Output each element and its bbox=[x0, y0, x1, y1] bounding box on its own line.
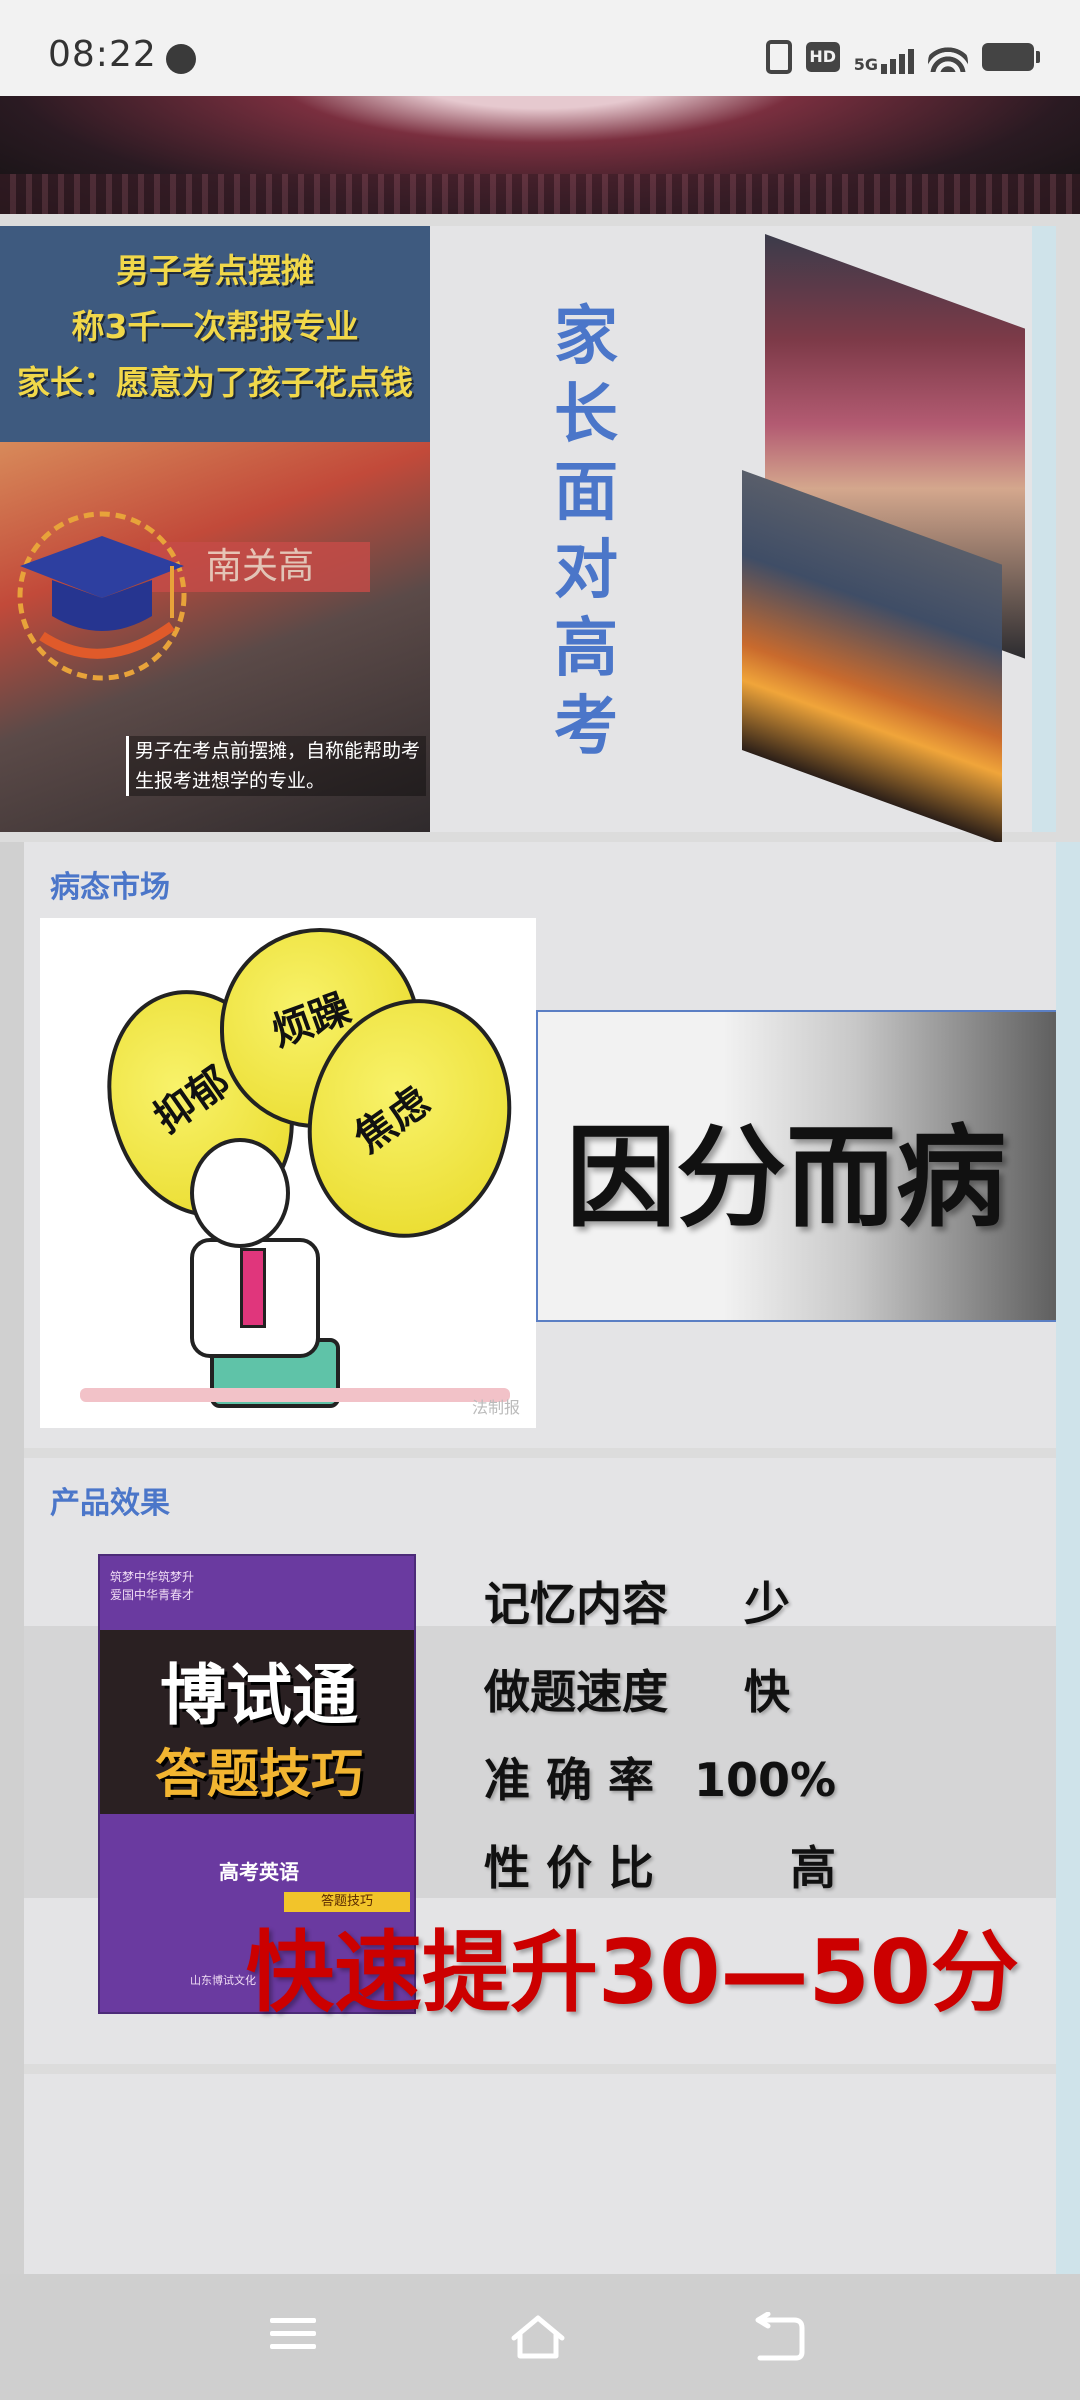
status-icons: HD 5G bbox=[765, 40, 1040, 74]
news-image: 男子考点摆摊 称3千一次帮报专业 家长：愿意为了孩子花点钱 南关高 男子在考点前… bbox=[0, 226, 430, 832]
navigation-bar bbox=[0, 2274, 1080, 2400]
feature-label: 记忆内容 bbox=[484, 1577, 668, 1631]
network-label: 5G bbox=[853, 55, 878, 74]
section-label: 病态市场 bbox=[50, 870, 170, 905]
feature-label: 性 价 比 bbox=[484, 1841, 655, 1895]
stressed-student-cartoon: 抑郁 烦躁 焦虑 法制报 bbox=[40, 918, 536, 1428]
news-caption: 男子在考点前摆摊，自称能帮助考生报考进想学的专业。 bbox=[126, 736, 426, 796]
feature-value: 高 bbox=[790, 1841, 836, 1895]
book-title: 博试通 bbox=[160, 1657, 358, 1734]
cartoon-tie bbox=[240, 1248, 266, 1328]
news-headline-area: 男子考点摆摊 称3千一次帮报专业 家长：愿意为了孩子花点钱 bbox=[0, 226, 430, 442]
feature-value: 100% bbox=[694, 1753, 837, 1807]
battery-icon bbox=[982, 43, 1040, 71]
feature-value: 快 bbox=[744, 1665, 790, 1719]
feature-row: 准 确 率 100% bbox=[484, 1744, 836, 1810]
notification-icon bbox=[166, 44, 196, 74]
wifi-icon bbox=[928, 42, 968, 72]
slide-empty bbox=[24, 2074, 1056, 2274]
book-subject: 高考英语 bbox=[219, 1860, 299, 1884]
left-edge bbox=[0, 842, 24, 2274]
vibrate-icon bbox=[765, 40, 792, 74]
cartoon-head bbox=[190, 1138, 290, 1248]
graduation-cap-icon bbox=[17, 511, 187, 681]
book-top-line: 爱国中华青春才 bbox=[110, 1588, 195, 1602]
menu-icon[interactable] bbox=[270, 2312, 330, 2362]
status-bar: 08:22 HD 5G bbox=[0, 0, 1080, 96]
news-headline-line: 家长：愿意为了孩子花点钱 bbox=[17, 363, 413, 402]
slide-sick-market: 病态市场 抑郁 烦躁 焦虑 法制报 因分而病 bbox=[24, 842, 1068, 1448]
banner-text: 因分而病 bbox=[566, 1114, 1006, 1242]
signal-5g-icon: 5G bbox=[854, 40, 914, 74]
watermark: 法制报 bbox=[471, 1398, 520, 1417]
vertical-title: 家长面对高考 bbox=[554, 300, 618, 764]
slide-edge bbox=[1032, 226, 1056, 832]
banner-box: 因分而病 bbox=[536, 1010, 1068, 1322]
news-headline-line: 男子考点摆摊 bbox=[116, 251, 314, 290]
top-photo-strip bbox=[0, 96, 1080, 214]
back-icon[interactable] bbox=[750, 2312, 810, 2362]
feature-label: 准 确 率 bbox=[484, 1753, 655, 1807]
promo-text: 快速提升30—50分 bbox=[246, 1921, 1019, 2024]
slide-product-effect: 产品效果 筑梦中华筑梦升 爱国中华青春才 博试通 答题技巧 高考英语 答题技巧 … bbox=[24, 1458, 1056, 2064]
feature-row: 做题速度 快 bbox=[484, 1656, 790, 1722]
hd-icon: HD bbox=[805, 42, 840, 72]
book-subtitle: 答题技巧 bbox=[154, 1745, 363, 1805]
book-top-text: 筑梦中华筑梦升 爱国中华青春才 bbox=[110, 1568, 194, 1604]
feature-value: 少 bbox=[744, 1577, 790, 1631]
feature-row: 性 价 比高 bbox=[484, 1832, 836, 1898]
book-top-line: 筑梦中华筑梦升 bbox=[110, 1570, 195, 1584]
feature-label: 做题速度 bbox=[484, 1665, 668, 1719]
news-headline-line: 称3千一次帮报专业 bbox=[71, 307, 359, 346]
cartoon-ground bbox=[80, 1388, 510, 1402]
status-time: 08:22 bbox=[48, 34, 157, 75]
section-label: 产品效果 bbox=[50, 1486, 170, 1521]
feature-row: 记忆内容 少 bbox=[484, 1568, 790, 1634]
right-edge bbox=[1056, 842, 1080, 2274]
home-icon[interactable] bbox=[508, 2312, 568, 2362]
slide-parents-face-exam: 男子考点摆摊 称3千一次帮报专业 家长：愿意为了孩子花点钱 南关高 男子在考点前… bbox=[0, 226, 1056, 845]
